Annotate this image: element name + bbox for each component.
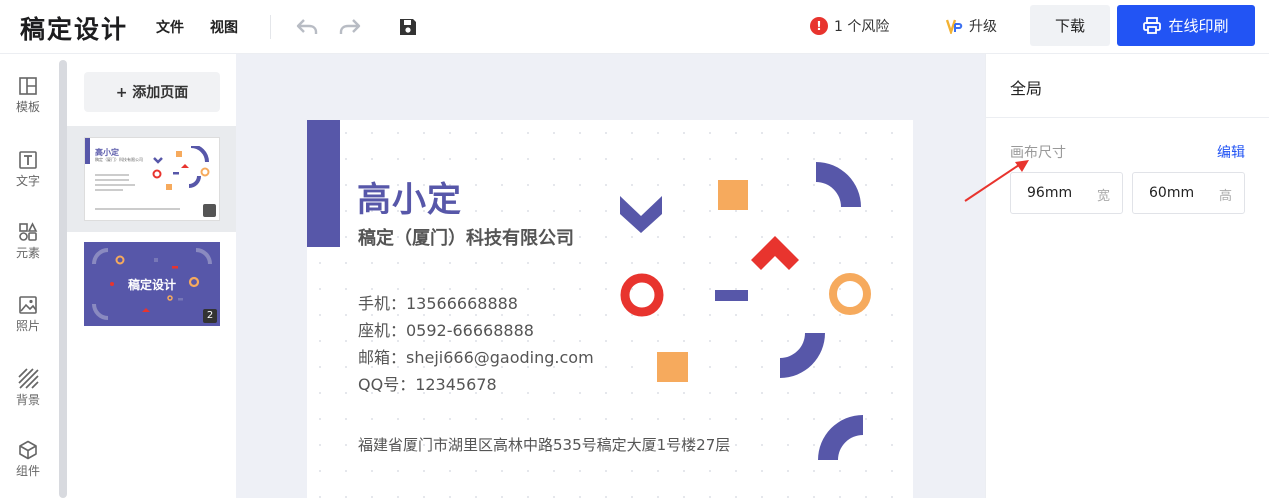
toolbar-divider bbox=[270, 15, 271, 39]
sidebar-item-label: 照片 bbox=[15, 319, 40, 333]
page-thumbnail-2[interactable]: 稿定设计 2 bbox=[84, 242, 220, 326]
add-page-button[interactable]: + 添加页面 bbox=[84, 72, 220, 112]
sidebar-item-label: 组件 bbox=[15, 464, 40, 478]
upgrade-link[interactable]: 升级 bbox=[946, 15, 997, 37]
sidebar-item-background[interactable]: 背景 bbox=[0, 367, 56, 408]
thumb-text-line bbox=[95, 179, 129, 181]
sidebar-item-elements[interactable]: 元素 bbox=[0, 222, 56, 261]
quarter-arc-shape bbox=[816, 162, 861, 207]
download-button[interactable]: 下载 bbox=[1030, 5, 1110, 46]
background-icon bbox=[0, 367, 56, 389]
save-icon[interactable] bbox=[393, 12, 423, 42]
red-chevron-up-shape bbox=[751, 236, 799, 270]
quarter-arc-shape-3 bbox=[818, 415, 863, 460]
height-value: 60mm bbox=[1149, 185, 1195, 201]
elements-icon bbox=[0, 222, 56, 242]
sidebar-item-component[interactable]: 组件 bbox=[0, 440, 56, 479]
top-bar: 稿定设计 文件 视图 ! 1 个风险 升级 下载 在线印刷 bbox=[0, 0, 1269, 54]
pages-panel: + 添加页面 高小定 稿定（厦门）科技有限公司 稿定设计 2 bbox=[67, 54, 236, 498]
orange-square-shape bbox=[718, 180, 748, 210]
sidebar-item-photo[interactable]: 照片 bbox=[0, 295, 56, 334]
component-icon bbox=[0, 440, 56, 460]
upgrade-label: 升级 bbox=[969, 19, 997, 35]
undo-icon[interactable] bbox=[292, 12, 322, 42]
panel-divider bbox=[986, 117, 1269, 118]
page-thumbnail-1[interactable]: 高小定 稿定（厦门）科技有限公司 bbox=[84, 137, 220, 221]
risk-indicator[interactable]: ! 1 个风险 bbox=[810, 15, 889, 37]
red-ring-shape bbox=[620, 273, 664, 317]
warning-icon: ! bbox=[810, 17, 828, 35]
thumb-company: 稿定（厦门）科技有限公司 bbox=[95, 157, 143, 162]
sidebar-item-label: 文字 bbox=[15, 174, 40, 188]
sidebar-scrollbar[interactable] bbox=[59, 60, 67, 498]
tool-sidebar: 模板 文字 元素 照片 背景 组件 bbox=[0, 54, 56, 498]
quarter-arc-shape-2 bbox=[780, 333, 825, 378]
print-online-label: 在线印刷 bbox=[1168, 17, 1229, 35]
properties-panel: 全局 画布尺寸 编辑 96mm 宽 60mm 高 bbox=[985, 54, 1269, 498]
width-unit: 宽 bbox=[1096, 189, 1110, 204]
business-card[interactable]: 高小定 稿定（厦门）科技有限公司 手机：13566668888 座机：0592-… bbox=[307, 120, 913, 498]
risk-label: 1 个风险 bbox=[834, 19, 890, 35]
width-value: 96mm bbox=[1027, 185, 1073, 201]
page-number-badge: 2 bbox=[203, 309, 217, 323]
pointer-arrow-annotation bbox=[964, 160, 1029, 202]
height-unit: 高 bbox=[1218, 189, 1232, 204]
template-icon bbox=[0, 76, 56, 96]
card-decor-shapes bbox=[620, 162, 871, 460]
thumb-accent-bar bbox=[85, 138, 90, 164]
vip-icon bbox=[946, 19, 963, 34]
canvas-area[interactable]: 高小定 稿定（厦门）科技有限公司 手机：13566668888 座机：0592-… bbox=[236, 54, 985, 498]
sidebar-item-text[interactable]: 文字 bbox=[0, 150, 56, 189]
thumb-text-line bbox=[95, 189, 123, 191]
sidebar-item-template[interactable]: 模板 bbox=[0, 76, 56, 115]
print-online-button[interactable]: 在线印刷 bbox=[1117, 5, 1255, 46]
thumb-text-line bbox=[95, 174, 129, 176]
panel-title: 全局 bbox=[1010, 79, 1043, 98]
sidebar-item-label: 背景 bbox=[15, 393, 40, 407]
purple-dash-shape bbox=[715, 290, 748, 301]
sidebar-item-label: 模板 bbox=[15, 100, 40, 114]
printer-icon bbox=[1143, 17, 1162, 34]
menu-view[interactable]: 视图 bbox=[210, 17, 238, 37]
height-field[interactable]: 60mm 高 bbox=[1132, 172, 1245, 214]
orange-square-shape-2 bbox=[657, 352, 688, 382]
thumb2-title: 稿定设计 bbox=[127, 278, 176, 292]
chevron-down-shape bbox=[620, 196, 662, 233]
edit-size-link[interactable]: 编辑 bbox=[1217, 142, 1245, 162]
text-icon bbox=[0, 150, 56, 170]
menu-file[interactable]: 文件 bbox=[156, 17, 184, 37]
redo-icon[interactable] bbox=[335, 12, 365, 42]
thumb-text-line bbox=[95, 184, 135, 186]
thumb-page-marker bbox=[203, 204, 216, 217]
photo-icon bbox=[0, 295, 56, 315]
sidebar-item-label: 元素 bbox=[15, 246, 40, 260]
orange-ring-shape bbox=[829, 273, 871, 315]
app-logo[interactable]: 稿定设计 bbox=[20, 10, 128, 46]
